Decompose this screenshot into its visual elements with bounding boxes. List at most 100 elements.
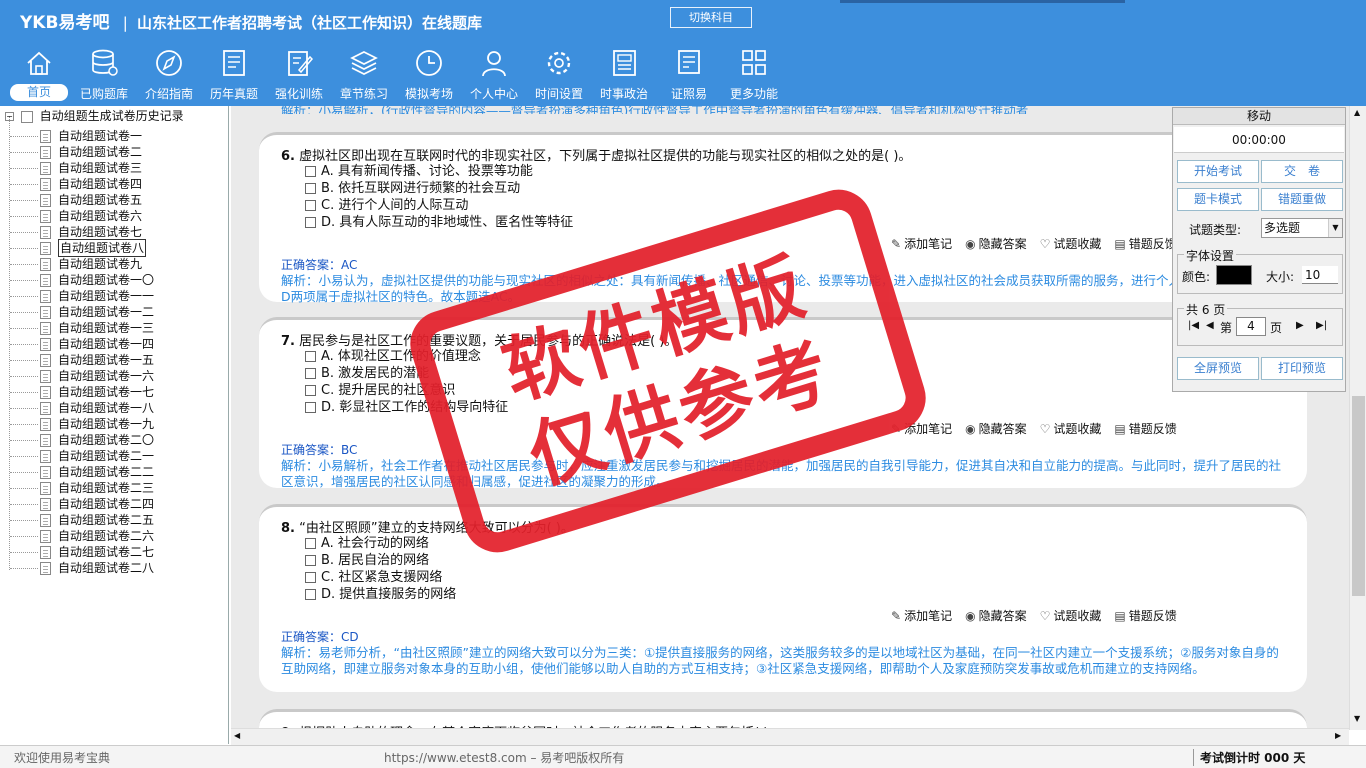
horizontal-scrollbar[interactable]: ◀ ▶ xyxy=(231,728,1349,745)
switch-subject-button[interactable]: 切换科目 xyxy=(670,7,752,28)
option-checkbox[interactable] xyxy=(305,368,316,379)
tree-branch-line xyxy=(10,520,38,521)
eye-icon: ◉ xyxy=(965,422,976,436)
option-checkbox[interactable] xyxy=(305,385,316,396)
paper-icon xyxy=(40,354,51,367)
add-note-action[interactable]: ✎ 添加笔记 xyxy=(891,422,952,436)
nav-item-4[interactable]: 强化训练 xyxy=(268,48,330,104)
option-row[interactable]: B. 激发居民的潜能 xyxy=(305,365,429,382)
option-checkbox[interactable] xyxy=(305,572,316,583)
scroll-up-icon[interactable]: ▲ xyxy=(1354,108,1360,117)
tree-item-label: 自动组题试卷一四 xyxy=(58,337,155,351)
nav-item-11[interactable]: 更多功能 xyxy=(723,48,785,104)
panel-move-handle[interactable]: 移动 xyxy=(1173,108,1345,125)
option-row[interactable]: A. 社会行动的网络 xyxy=(305,535,429,552)
option-checkbox[interactable] xyxy=(305,555,316,566)
last-page-icon[interactable]: ▶| xyxy=(1316,320,1327,331)
nav-item-7[interactable]: 个人中心 xyxy=(463,48,525,104)
question-actions: ✎ 添加笔记 ◉ 隐藏答案 ♡ 试题收藏 ▤ 错题反馈 xyxy=(891,235,1190,252)
paper-icon xyxy=(40,226,51,239)
add-note-action[interactable]: ✎ 添加笔记 xyxy=(891,237,952,251)
feedback-action[interactable]: ▤ 错题反馈 xyxy=(1114,609,1176,623)
tree-root[interactable]: − 自动组题生成试卷历史记录 xyxy=(5,107,184,123)
nav-label: 证照易 xyxy=(670,87,707,101)
scroll-down-icon[interactable]: ▼ xyxy=(1354,714,1360,723)
option-checkbox[interactable] xyxy=(305,217,316,228)
tree-item-label: 自动组题试卷二五 xyxy=(58,513,155,527)
hide-answer-action[interactable]: ◉ 隐藏答案 xyxy=(965,237,1027,251)
nav-item-1[interactable]: 已购题库 xyxy=(73,48,135,104)
question-type-select[interactable]: 多选题 ▼ xyxy=(1261,218,1343,238)
question-actions: ✎ 添加笔记 ◉ 隐藏答案 ♡ 试题收藏 ▤ 错题反馈 xyxy=(891,420,1190,437)
nav-item-9[interactable]: 时事政治 xyxy=(593,48,655,104)
nav-item-2[interactable]: 介绍指南 xyxy=(138,48,200,104)
option-label: A. 具有新闻传播、讨论、投票等功能 xyxy=(321,164,533,179)
add-note-label: 添加笔记 xyxy=(904,237,953,251)
option-checkbox[interactable] xyxy=(305,200,316,211)
page-number-input[interactable]: 4 xyxy=(1236,317,1266,336)
tree-branch-line xyxy=(10,360,38,361)
option-label: A. 体现社区工作的价值理念 xyxy=(321,349,481,364)
tree-item-label: 自动组题试卷一八 xyxy=(58,401,155,415)
option-row[interactable]: C. 提升居民的社区意识 xyxy=(305,382,455,399)
option-label: D. 具有人际互动的非地域性、匿名性等特征 xyxy=(321,215,574,230)
option-row[interactable]: D. 具有人际互动的非地域性、匿名性等特征 xyxy=(305,214,573,231)
option-checkbox[interactable] xyxy=(305,589,316,600)
nav-item-3[interactable]: 历年真题 xyxy=(203,48,265,104)
scroll-right-icon[interactable]: ▶ xyxy=(1335,731,1341,740)
option-row[interactable]: D. 彰显社区工作的结构导向特征 xyxy=(305,399,508,416)
option-row[interactable]: B. 居民自治的网络 xyxy=(305,552,429,569)
first-page-icon[interactable]: |◀ xyxy=(1188,320,1199,331)
option-label: D. 提供直接服务的网络 xyxy=(321,587,457,602)
option-row[interactable]: B. 依托互联网进行频繁的社会互动 xyxy=(305,180,520,197)
next-page-icon[interactable]: ▶ xyxy=(1296,320,1304,331)
option-row[interactable]: A. 体现社区工作的价值理念 xyxy=(305,348,481,365)
nav-item-5[interactable]: 章节练习 xyxy=(333,48,395,104)
font-color-swatch[interactable] xyxy=(1216,265,1252,285)
app-window: YKB易考吧 | 山东社区工作者招聘考试（社区工作知识）在线题库 切换科目 首页… xyxy=(0,0,1366,768)
vertical-scroll-thumb[interactable] xyxy=(1352,396,1365,596)
favorite-action[interactable]: ♡ 试题收藏 xyxy=(1040,237,1102,251)
feedback-action[interactable]: ▤ 错题反馈 xyxy=(1114,237,1176,251)
question-card-7: 7. 居民参与是社区工作的重要议题，关于居民参与的正确说法是( )。 A. 体现社… xyxy=(259,317,1307,489)
card-mode-button[interactable]: 题卡模式 xyxy=(1177,188,1259,211)
tree-branch-line xyxy=(10,392,38,393)
favorite-action[interactable]: ♡ 试题收藏 xyxy=(1040,422,1102,436)
favorite-action[interactable]: ♡ 试题收藏 xyxy=(1040,609,1102,623)
option-checkbox[interactable] xyxy=(305,166,316,177)
option-row[interactable]: A. 具有新闻传播、讨论、投票等功能 xyxy=(305,163,533,180)
nav-item-8[interactable]: 时间设置 xyxy=(528,48,590,104)
option-checkbox[interactable] xyxy=(305,183,316,194)
option-row[interactable]: C. 社区紧急支援网络 xyxy=(305,569,442,586)
option-row[interactable]: D. 提供直接服务的网络 xyxy=(305,586,456,603)
collapse-toggle-icon[interactable]: − xyxy=(5,112,14,121)
option-checkbox[interactable] xyxy=(305,538,316,549)
favorite-label: 试题收藏 xyxy=(1053,422,1102,436)
paper-icon xyxy=(40,562,51,575)
nav-item-0[interactable]: 首页 xyxy=(8,48,70,104)
add-note-action[interactable]: ✎ 添加笔记 xyxy=(891,609,952,623)
option-row[interactable]: C. 进行个人间的人际互动 xyxy=(305,197,468,214)
hide-answer-action[interactable]: ◉ 隐藏答案 xyxy=(965,422,1027,436)
nav-item-6[interactable]: 模拟考场 xyxy=(398,48,460,104)
fullscreen-preview-button[interactable]: 全屏预览 xyxy=(1177,357,1259,380)
redo-wrong-button[interactable]: 错题重做 xyxy=(1261,188,1343,211)
pencil-icon: ✎ xyxy=(891,237,902,251)
tree-item-label: 自动组题试卷五 xyxy=(58,193,143,207)
print-preview-button[interactable]: 打印预览 xyxy=(1261,357,1343,380)
prev-page-icon[interactable]: ◀ xyxy=(1206,320,1214,331)
scroll-left-icon[interactable]: ◀ xyxy=(234,731,240,740)
feedback-action[interactable]: ▤ 错题反馈 xyxy=(1114,422,1176,436)
vertical-scrollbar[interactable]: ▲ ▼ xyxy=(1349,106,1366,730)
chevron-down-icon[interactable]: ▼ xyxy=(1328,219,1342,237)
submit-exam-button[interactable]: 交 卷 xyxy=(1261,160,1343,183)
add-note-label: 添加笔记 xyxy=(904,422,953,436)
start-exam-button[interactable]: 开始考试 xyxy=(1177,160,1259,183)
font-size-input[interactable]: 10 xyxy=(1302,266,1338,284)
option-checkbox[interactable] xyxy=(305,351,316,362)
hide-answer-action[interactable]: ◉ 隐藏答案 xyxy=(965,609,1027,623)
option-label: D. 彰显社区工作的结构导向特征 xyxy=(321,400,509,415)
exam-countdown: 考试倒计时 000 天 xyxy=(1193,749,1305,766)
nav-item-10[interactable]: 证照易 xyxy=(658,48,720,104)
option-checkbox[interactable] xyxy=(305,402,316,413)
